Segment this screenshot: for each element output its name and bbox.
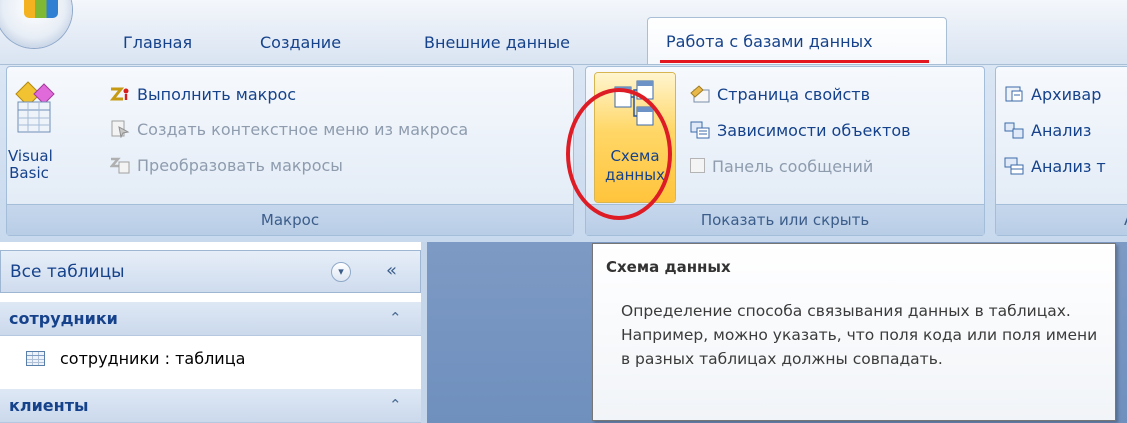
archiver-icon	[1005, 86, 1023, 101]
analyze-table-button[interactable]: Анализ т	[1004, 152, 1106, 182]
property-sheet-icon	[690, 84, 710, 102]
convert-macros-icon	[110, 157, 130, 173]
shortcut-menu-icon	[111, 120, 130, 138]
convert-macros-button[interactable]: Преобразовать макросы	[110, 151, 343, 181]
nav-item-label: сотрудники : таблица	[60, 349, 246, 368]
archiver-button[interactable]: Архивар	[1004, 80, 1101, 110]
navigation-pane-header[interactable]: Все таблицы ▾ «	[0, 250, 421, 293]
tab-external-data[interactable]: Внешние данные	[424, 22, 570, 64]
chevron-up-icon[interactable]: ⌃	[389, 389, 402, 422]
analyze-table-icon	[1004, 157, 1024, 174]
annotation-circle	[566, 88, 672, 220]
message-bar-checkbox[interactable]: Панель сообщений	[690, 152, 873, 182]
analyze-table-label: Анализ т	[1031, 157, 1106, 176]
annotation-underline	[660, 60, 929, 63]
tab-database-tools-label: Работа с базами данных	[666, 32, 873, 51]
nav-group-employees[interactable]: сотрудники ⌃	[0, 302, 421, 336]
run-macro-button[interactable]: Выполнить макрос	[110, 80, 296, 110]
tab-create[interactable]: Создание	[260, 22, 341, 64]
object-dependencies-icon	[690, 121, 710, 138]
visual-basic-label: Visual Basic	[8, 147, 53, 182]
collapse-pane-icon[interactable]: «	[386, 251, 397, 291]
object-dependencies-button[interactable]: Зависимости объектов	[690, 116, 911, 146]
analyze-icon	[1004, 122, 1024, 138]
relationships-tooltip: Схема данных Определение способа связыва…	[592, 243, 1116, 421]
tab-home[interactable]: Главная	[123, 22, 192, 64]
message-bar-label: Панель сообщений	[712, 157, 874, 176]
table-icon	[26, 351, 45, 366]
property-sheet-label: Страница свойств	[717, 85, 871, 104]
tooltip-title: Схема данных	[606, 258, 731, 276]
macro-group-label: Макрос	[7, 204, 573, 235]
convert-macros-label: Преобразовать макросы	[137, 156, 343, 175]
navigation-pane-title: Все таблицы	[10, 262, 125, 282]
nav-item-employees-table[interactable]: сотрудники : таблица	[0, 338, 421, 379]
visual-basic-icon	[15, 81, 55, 133]
nav-group-clients[interactable]: клиенты ⌃	[0, 389, 421, 423]
nav-group-label: клиенты	[9, 396, 89, 415]
chevron-up-icon[interactable]: ⌃	[389, 302, 402, 335]
message-bar-checkbox-box[interactable]	[690, 158, 705, 173]
create-shortcut-menu-button[interactable]: Создать контекстное меню из макроса	[110, 115, 468, 145]
analyze-performance-button[interactable]: Анализ	[1004, 116, 1091, 146]
property-sheet-button[interactable]: Страница свойств	[690, 80, 870, 110]
archiver-label: Архивар	[1031, 85, 1102, 104]
tab-database-tools[interactable]: Работа с базами данных	[647, 17, 947, 65]
create-shortcut-menu-label: Создать контекстное меню из макроса	[137, 120, 469, 139]
run-macro-label: Выполнить макрос	[137, 85, 297, 104]
object-dependencies-label: Зависимости объектов	[717, 121, 911, 140]
nav-group-label: сотрудники	[9, 309, 118, 328]
run-macro-icon	[110, 87, 129, 100]
analyze-group-label: А	[996, 204, 1127, 235]
chevron-down-icon[interactable]: ▾	[331, 262, 351, 282]
office-logo-icon	[24, 0, 58, 18]
analyze-performance-label: Анализ	[1031, 121, 1092, 140]
tooltip-body: Определение способа связывания данных в …	[621, 302, 1098, 368]
